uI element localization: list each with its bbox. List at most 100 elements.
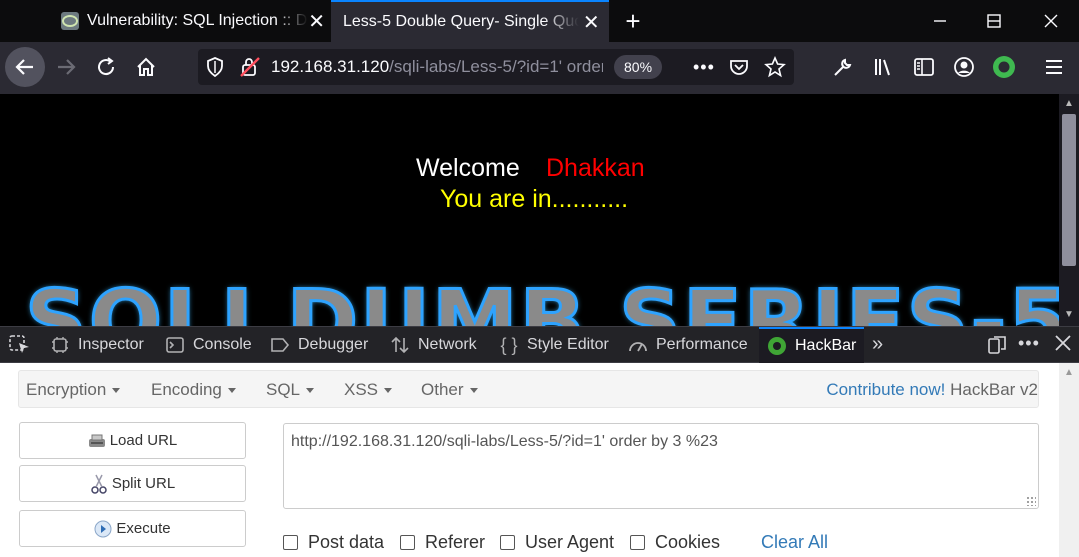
menu-sql[interactable]: SQL bbox=[266, 380, 315, 400]
tab-network[interactable]: Network bbox=[390, 327, 477, 363]
tab-title: Less-5 Double Query- Single Quotes bbox=[343, 13, 580, 30]
cookies-checkbox[interactable] bbox=[630, 535, 645, 550]
menu-encoding[interactable]: Encoding bbox=[151, 380, 236, 400]
welcome-text: Welcome bbox=[416, 154, 520, 182]
menu-encryption[interactable]: Encryption bbox=[26, 380, 121, 400]
post-data-option[interactable]: Post data bbox=[283, 532, 384, 553]
tab-console[interactable]: Console bbox=[165, 327, 252, 363]
bookmark-star-icon[interactable] bbox=[764, 55, 786, 83]
menu-label: XSS bbox=[344, 380, 379, 399]
maximize-button[interactable] bbox=[966, 0, 1022, 42]
close-window-button[interactable] bbox=[1023, 0, 1079, 42]
cookies-option[interactable]: Cookies bbox=[630, 532, 720, 553]
tab-label: Style Editor bbox=[527, 336, 609, 353]
tab-label: Inspector bbox=[78, 336, 144, 353]
tab-title: Vulnerability: SQL Injection :: Damn Vul… bbox=[87, 12, 308, 29]
scroll-up-icon[interactable]: ▲ bbox=[1064, 98, 1074, 109]
element-picker-icon[interactable] bbox=[9, 335, 31, 360]
caret-down-icon bbox=[306, 388, 315, 394]
user-agent-option[interactable]: User Agent bbox=[500, 532, 614, 553]
menu-label: Encoding bbox=[151, 380, 222, 399]
menu-label: SQL bbox=[266, 380, 301, 399]
series-banner-image: SQLI DUMB SERIES-5 bbox=[23, 271, 1059, 327]
page-scrollbar[interactable]: ▲ ▼ bbox=[1059, 94, 1079, 326]
new-tab-icon[interactable]: + bbox=[618, 6, 648, 36]
responsive-design-icon[interactable] bbox=[987, 335, 1007, 360]
menu-xss[interactable]: XSS bbox=[344, 380, 393, 400]
hackbar-menubar: Encryption Encoding SQL XSS Other Contri… bbox=[18, 370, 1039, 408]
dvwa-favicon-icon bbox=[61, 12, 79, 30]
referer-option[interactable]: Referer bbox=[400, 532, 485, 553]
menu-other[interactable]: Other bbox=[421, 380, 478, 400]
forward-arrow-icon bbox=[58, 59, 76, 75]
scroll-down-icon[interactable]: ▼ bbox=[1064, 309, 1074, 320]
tab-performance[interactable]: Performance bbox=[628, 327, 748, 363]
button-label: Execute bbox=[116, 520, 171, 537]
shield-icon[interactable] bbox=[206, 57, 224, 82]
sidebar-icon[interactable] bbox=[913, 57, 935, 82]
more-tabs-chevron-icon[interactable]: » bbox=[872, 333, 883, 356]
caret-down-icon bbox=[112, 388, 121, 394]
option-label: Post data bbox=[308, 532, 385, 552]
tab-style-editor[interactable]: { } Style Editor bbox=[499, 327, 609, 363]
hackbar-brand: HackBar v2 bbox=[950, 380, 1038, 399]
library-icon[interactable] bbox=[873, 57, 895, 82]
style-editor-icon: { } bbox=[500, 334, 518, 355]
option-label: Cookies bbox=[655, 532, 721, 552]
home-button[interactable] bbox=[127, 48, 165, 86]
scissors-icon bbox=[90, 474, 108, 494]
page-viewport: Welcome Dhakkan You are in........... SQ… bbox=[0, 94, 1059, 326]
url-textarea[interactable]: http://192.168.31.120/sqli-labs/Less-5/?… bbox=[283, 423, 1039, 509]
hamburger-menu-icon[interactable] bbox=[1044, 57, 1064, 82]
forward-button[interactable] bbox=[47, 48, 85, 86]
user-agent-checkbox[interactable] bbox=[500, 535, 515, 550]
split-url-button[interactable]: Split URL bbox=[19, 465, 246, 502]
hackbar-scrollbar[interactable]: ▲ bbox=[1059, 363, 1079, 557]
browser-tab-less5[interactable]: Less-5 Double Query- Single Quotes ✕ bbox=[331, 0, 609, 42]
contribute-link[interactable]: Contribute now! bbox=[826, 380, 945, 399]
minimize-button[interactable] bbox=[912, 0, 968, 42]
browser-tab-dvwa[interactable]: Vulnerability: SQL Injection :: Damn Vul… bbox=[49, 0, 331, 42]
extension-icon[interactable] bbox=[992, 55, 1016, 84]
clear-all-link[interactable]: Clear All bbox=[761, 532, 828, 553]
option-label: User Agent bbox=[525, 532, 615, 552]
resize-grip-icon[interactable] bbox=[1026, 496, 1036, 506]
reload-button[interactable] bbox=[87, 48, 125, 86]
button-label: Load URL bbox=[109, 432, 178, 449]
close-devtools-icon[interactable] bbox=[1054, 334, 1072, 357]
load-url-button[interactable]: Load URL bbox=[19, 422, 246, 459]
zoom-indicator[interactable]: 80% bbox=[614, 55, 663, 79]
back-button[interactable] bbox=[5, 47, 45, 87]
button-label: Split URL bbox=[111, 475, 176, 492]
console-icon bbox=[165, 336, 185, 354]
play-icon bbox=[94, 520, 112, 538]
scrollbar-thumb[interactable] bbox=[1062, 114, 1076, 266]
scroll-up-icon[interactable]: ▲ bbox=[1064, 367, 1074, 378]
execute-button[interactable]: Execute bbox=[19, 510, 246, 547]
tab-debugger[interactable]: Debugger bbox=[270, 327, 368, 363]
tab-hackbar[interactable]: HackBar bbox=[759, 327, 865, 363]
account-icon[interactable] bbox=[953, 56, 975, 83]
post-data-checkbox[interactable] bbox=[283, 535, 298, 550]
url-text[interactable]: 192.168.31.120/sqli-labs/Less-5/?id=1' o… bbox=[271, 57, 603, 77]
tab-label: Performance bbox=[656, 336, 748, 353]
caret-down-icon bbox=[384, 388, 393, 394]
page-actions-icon[interactable]: ••• bbox=[693, 57, 715, 78]
close-tab-icon[interactable]: ✕ bbox=[308, 8, 325, 34]
user-name: Dhakkan bbox=[546, 154, 645, 182]
address-bar[interactable]: 192.168.31.120/sqli-labs/Less-5/?id=1' o… bbox=[198, 49, 794, 85]
caret-down-icon bbox=[227, 388, 236, 394]
devtools-options-icon[interactable]: ••• bbox=[1018, 333, 1040, 354]
referer-checkbox[interactable] bbox=[400, 535, 415, 550]
tab-inspector[interactable]: Inspector bbox=[50, 327, 144, 363]
tab-label: Network bbox=[418, 336, 477, 353]
close-tab-icon[interactable]: ✕ bbox=[579, 9, 603, 35]
insecure-lock-icon[interactable] bbox=[240, 57, 260, 82]
debugger-icon bbox=[270, 336, 290, 354]
pocket-icon[interactable] bbox=[729, 57, 749, 82]
menu-label: Encryption bbox=[26, 380, 107, 399]
url-host: 192.168.31.120 bbox=[271, 57, 390, 76]
wrench-icon[interactable] bbox=[833, 57, 853, 82]
tab-label: Debugger bbox=[298, 336, 369, 353]
reload-icon bbox=[98, 57, 115, 76]
